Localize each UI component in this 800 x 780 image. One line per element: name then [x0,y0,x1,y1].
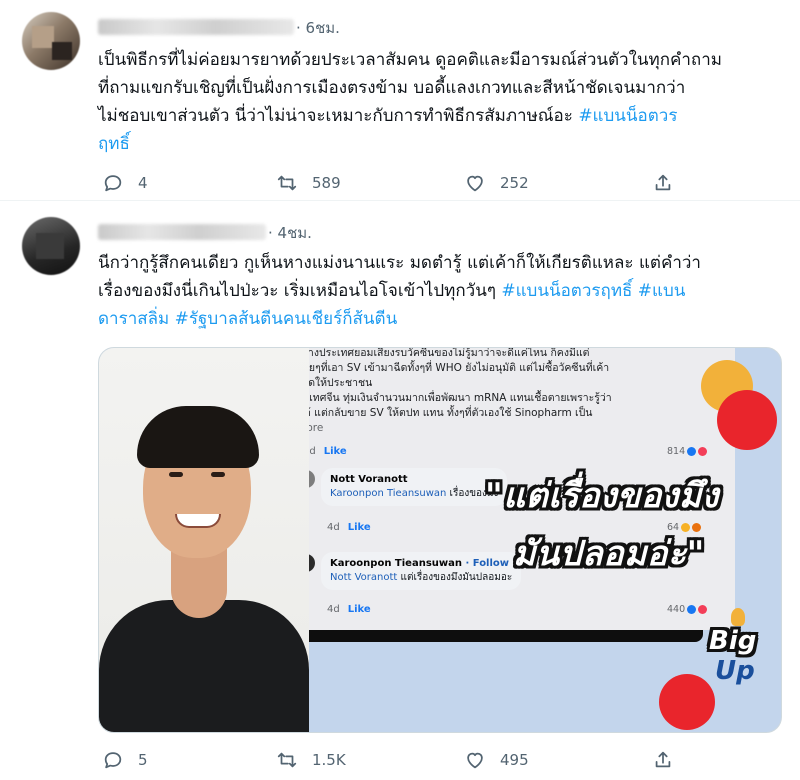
reply-icon [104,175,122,192]
count: 814 [667,446,686,457]
comment-mention: Nott Voranott [330,572,398,583]
comment-meta: 4d Like [327,522,371,533]
quote-headline: มันปลอมอ่ะ" [513,534,705,574]
post-text-line: รับมือไม่ได้ แต่กลับขาย SV ให้ตปท แทน ทั… [261,407,593,419]
hashtag-link[interactable]: #แบนน็อตวร [578,106,677,126]
reply-count: 5 [138,751,148,769]
hashtag-link[interactable]: ฤทธิ์ [98,134,130,154]
reaction-count: 814 [667,446,708,457]
text-segment: เรื่องของมึงนี่เกินไปป่ะวะ เริ่มเหมือนไอ… [98,281,502,301]
neck [171,548,227,618]
reply-count: 4 [138,174,148,192]
blurred-username[interactable] [98,19,294,35]
like-label: Like [347,604,371,615]
post-meta: 4d Like [303,446,347,457]
quote-headline: "แต่เรื่องของมึง [485,476,719,516]
reaction-count: 440 [667,604,708,615]
logo-text-up: Up [715,656,755,686]
comment-author-line: Karoonpon Tieansuwan · Follow [330,557,512,571]
heart-icon [467,175,483,192]
avatar[interactable] [22,12,80,70]
tweet-text: นีกว่ากูรู้สึกคนเดียว กูเห็นหางแม่งนานแร… [98,249,701,333]
retweet-button[interactable]: 1.5K [276,749,346,771]
like-count: 495 [500,751,529,769]
share-button[interactable] [652,749,674,771]
logo-text-big: Big [709,626,757,656]
text-segment: ไม่ชอบเขาส่วนตัว นี่ว่าไม่น่าจะเหมาะกับก… [98,106,579,126]
tweet-image[interactable]: 7.เราว่า บางประเทศยอมเสียงรบวัคซีนของไม่… [98,347,782,733]
love-reaction-icon [698,447,708,456]
hair [137,406,259,468]
share-button[interactable] [652,172,674,194]
comment-meta: 4d Like [327,604,371,615]
smile [175,514,221,528]
tweet[interactable]: · 4ชม. นีกว่ากูรู้สึกคนเดียว กูเห็นหางแม… [0,200,800,780]
person-photo [99,348,309,732]
like-count: 252 [500,174,529,192]
retweet-count: 589 [312,174,341,192]
eye [169,472,183,477]
tweet-line: เป็นพิธีกรที่ไม่ค่อยมารยาทด้วยประเวลาสัม… [98,46,722,74]
comment-bubble: Nott Voranott Karoonpon Tieansuwan เรื่อง… [321,468,508,506]
tweet-line: ที่ถามแขกรับเชิญที่เป็นฝั่งการเมืองตรงข้… [98,74,722,102]
follow-link: · Follow [465,558,510,569]
share-icon [655,174,671,191]
avatar[interactable] [22,217,80,275]
comment-author: Karoonpon Tieansuwan [330,558,462,569]
heart-icon [467,752,483,769]
like-button[interactable]: 252 [464,172,529,194]
count: 440 [667,604,686,615]
like-label: Like [347,522,371,533]
comment-bubble: Karoonpon Tieansuwan · Follow Nott Vorano… [321,552,522,590]
like-reaction-icon [687,447,697,456]
reply-button[interactable]: 5 [102,749,148,771]
comment-mention: Karoonpon Tieansuwan [330,488,447,499]
comment-author: Nott Voranott [330,474,408,485]
reply-icon [104,752,122,769]
eye [211,472,225,477]
comment-age: 4d [327,604,340,615]
retweet-button[interactable]: 589 [276,172,341,194]
hashtag-link[interactable]: ดาราสลิ่ม #รัฐบาลส้นตีนคนเชียร์ก็ส้นตีน [98,309,397,329]
text-segment: นีกว่ากูรู้สึกคนเดียว กูเห็นหางแม่งนานแร… [98,253,701,273]
shirt [99,600,309,732]
tweet-timestamp[interactable]: · 4ชม. [268,221,312,245]
comment-age: 4d [327,522,340,533]
like-label: Like [323,446,347,457]
retweet-icon [277,752,297,768]
tweet-line: ดาราสลิ่ม #รัฐบาลส้นตีนคนเชียร์ก็ส้นตีน [98,305,701,333]
like-reaction-icon [687,605,697,614]
tweet-actions: 4 589 252 [98,172,698,202]
reply-button[interactable]: 4 [102,172,148,194]
retweet-icon [277,175,297,191]
text-segment: เป็นพิธีกรที่ไม่ค่อยมารยาทด้วยประเวลาสัม… [98,50,722,70]
tweet[interactable]: · 6ชม. เป็นพิธีกรที่ไม่ค่อยมารยาทด้วยประ… [0,0,800,200]
lightbulb-icon [731,608,745,626]
retweet-count: 1.5K [312,751,346,769]
tweet-line: เรื่องของมึงนี่เกินไปป่ะวะ เริ่มเหมือนไอ… [98,277,701,305]
tweet-line: นีกว่ากูรู้สึกคนเดียว กูเห็นหางแม่งนานแร… [98,249,701,277]
tweet-timestamp[interactable]: · 6ชม. [296,16,340,40]
tweet-text: เป็นพิธีกรที่ไม่ค่อยมารยาทด้วยประเวลาสัม… [98,46,722,158]
tweet-actions: 5 1.5K 495 [98,749,698,779]
comment-text: แต่เรื่องของมึงมันปลอมอะ [397,572,513,583]
like-button[interactable]: 495 [464,749,529,771]
tweet-line: ฤทธิ์ [98,130,722,158]
hashtag-link[interactable]: #แบนน็อตวรฤทธิ์ #แบน [501,281,685,301]
blurred-username[interactable] [98,224,266,240]
share-icon [655,751,671,768]
bigup-logo: Big Up [703,608,773,698]
decor-circle-red [717,390,777,450]
text-segment: ที่ถามแขกรับเชิญที่เป็นฝั่งการเมืองตรงข้… [98,78,686,98]
tweet-line: ไม่ชอบเขาส่วนตัว นี่ว่าไม่น่าจะเหมาะกับก… [98,102,722,130]
